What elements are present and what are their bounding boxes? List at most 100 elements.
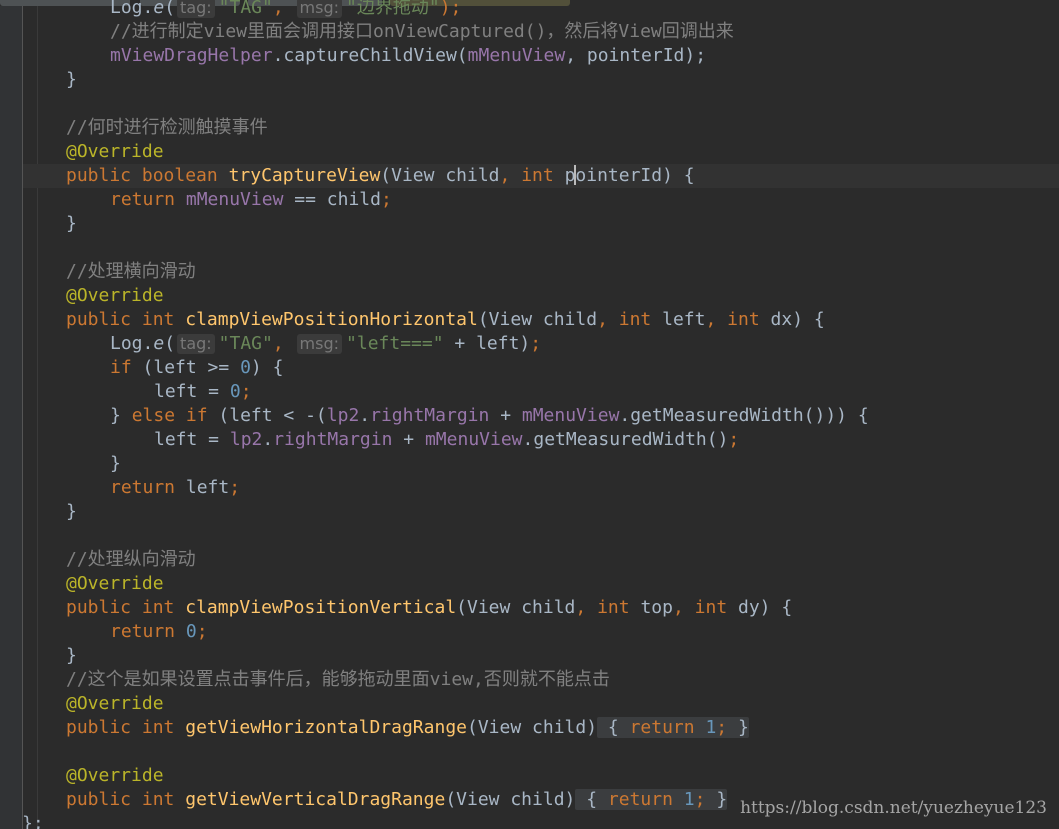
- code-token: return: [110, 477, 176, 498]
- code-token: ;: [240, 381, 252, 402]
- code-token: );: [684, 45, 707, 66]
- code-token: ;: [694, 789, 706, 810]
- indent-guide: [37, 0, 38, 829]
- folded-code-region[interactable]: { return 1; }: [597, 717, 749, 738]
- code-token: int: [141, 717, 175, 738]
- parameter-hint: msg:: [296, 334, 343, 354]
- code-comment[interactable]: //何时进行检测触摸事件: [66, 116, 268, 140]
- code-token: ;: [728, 429, 740, 450]
- code-token: int: [141, 789, 175, 810]
- code-token: {: [607, 717, 619, 738]
- code-token: (View child: [456, 597, 576, 618]
- code-line[interactable]: public boolean tryCaptureView(View child…: [66, 164, 695, 188]
- code-token: "TAG": [218, 333, 273, 354]
- code-token: , pointerId: [565, 45, 685, 66]
- code-annotation[interactable]: @Override: [66, 764, 164, 788]
- code-token: .captureChildView(: [272, 45, 468, 66]
- code-line[interactable]: return left;: [110, 476, 240, 500]
- code-token: 1: [683, 789, 695, 810]
- code-token: Log.: [110, 0, 154, 18]
- code-token: left =: [154, 381, 230, 402]
- code-token: ;: [530, 333, 542, 354]
- code-annotation[interactable]: @Override: [66, 692, 164, 716]
- code-line[interactable]: left = 0;: [154, 380, 252, 404]
- code-token: top: [640, 597, 673, 618]
- code-line[interactable]: }: [66, 500, 77, 524]
- editor-gutter[interactable]: [0, 0, 22, 829]
- code-token: ,: [705, 309, 717, 330]
- code-line[interactable]: public int getViewHorizontalDragRange(Vi…: [66, 716, 749, 740]
- code-token: (View child: [477, 309, 598, 330]
- code-line[interactable]: public int clampViewPositionVertical(Vie…: [66, 596, 792, 620]
- code-annotation[interactable]: @Override: [66, 284, 164, 308]
- code-token: (View child): [467, 717, 598, 738]
- code-token: +: [403, 429, 425, 450]
- code-token: else if: [131, 405, 208, 426]
- code-token: left =: [154, 429, 230, 450]
- code-token: left: [185, 477, 230, 498]
- code-line[interactable]: public int clampViewPositionHorizontal(V…: [66, 308, 825, 332]
- code-line[interactable]: left = lp2.rightMargin + mMenuView.getMe…: [154, 428, 739, 452]
- code-token: 0: [240, 357, 251, 378]
- code-token: return: [110, 189, 176, 210]
- code-token: int: [694, 597, 728, 618]
- code-token: int: [597, 597, 630, 618]
- code-token: public: [66, 717, 132, 738]
- code-token: ,: [597, 309, 608, 330]
- code-token: int: [141, 309, 175, 330]
- code-token: .getMeasuredWidth(): [522, 429, 729, 450]
- code-token: lp2: [229, 429, 263, 450]
- code-token: (: [164, 333, 176, 354]
- code-token: Log.: [110, 333, 154, 354]
- code-token: .: [359, 405, 371, 426]
- code-token: == child: [294, 189, 381, 210]
- code-token: (View child: [380, 165, 500, 186]
- code-token: .: [262, 429, 274, 450]
- code-token: int: [727, 309, 760, 330]
- code-line[interactable]: Log.e(tag: "TAG", msg: "left===" + left);: [110, 332, 541, 356]
- code-token: ,: [575, 597, 587, 618]
- code-comment[interactable]: //进行制定view里面会调用接口onViewCaptured()，然后将Vie…: [110, 20, 734, 44]
- code-annotation[interactable]: @Override: [66, 572, 164, 596]
- code-token: mViewDragHelper: [110, 45, 273, 66]
- code-token: mMenuView: [467, 45, 566, 66]
- code-line[interactable]: public int getViewVerticalDragRange(View…: [66, 788, 728, 812]
- code-line[interactable]: }: [66, 68, 77, 92]
- code-line[interactable]: if (left >= 0) {: [110, 356, 283, 380]
- code-token: public: [66, 597, 132, 618]
- code-token: ,: [272, 0, 284, 18]
- code-comment[interactable]: //处理纵向滑动: [66, 548, 196, 572]
- code-comment[interactable]: //这个是如果设置点击事件后，能够拖动里面view,否则就不能点击: [66, 668, 610, 692]
- code-token: ,: [272, 333, 284, 354]
- code-token: mMenuView: [185, 189, 284, 210]
- code-token: ;: [380, 189, 392, 210]
- code-token: clampViewPositionHorizontal: [185, 309, 478, 330]
- code-token: ;: [196, 621, 208, 642]
- code-annotation[interactable]: @Override: [66, 140, 164, 164]
- code-token: ,: [499, 165, 511, 186]
- code-line[interactable]: } else if (left < -(lp2.rightMargin + mM…: [110, 404, 869, 428]
- code-token: e: [153, 333, 165, 354]
- code-token: ) {: [250, 357, 284, 378]
- code-line[interactable]: return mMenuView == child;: [110, 188, 392, 212]
- code-line[interactable]: };: [22, 812, 44, 829]
- code-token: 0: [229, 381, 241, 402]
- code-token: ;: [716, 717, 728, 738]
- code-token: return: [110, 621, 176, 642]
- code-token: public: [66, 789, 132, 810]
- code-line[interactable]: }: [110, 452, 121, 476]
- code-line[interactable]: }: [66, 212, 77, 236]
- code-token: rightMargin: [370, 405, 490, 426]
- folded-code-region[interactable]: { return 1; }: [575, 789, 728, 810]
- watermark-url: https://blog.csdn.net/yuezheyue123: [740, 798, 1047, 818]
- code-token: rightMargin: [273, 429, 393, 450]
- code-token: int: [618, 309, 652, 330]
- code-token: e: [153, 0, 165, 18]
- code-line[interactable]: Log.e(tag: "TAG", msg: "边界拖动");: [110, 0, 461, 20]
- code-comment[interactable]: //处理横向滑动: [66, 260, 196, 284]
- code-token: 1: [705, 717, 717, 738]
- code-line[interactable]: mViewDragHelper.captureChildView(mMenuVi…: [110, 44, 706, 68]
- code-line[interactable]: return 0;: [110, 620, 208, 644]
- code-token: }: [716, 789, 728, 810]
- code-line[interactable]: }: [66, 644, 77, 668]
